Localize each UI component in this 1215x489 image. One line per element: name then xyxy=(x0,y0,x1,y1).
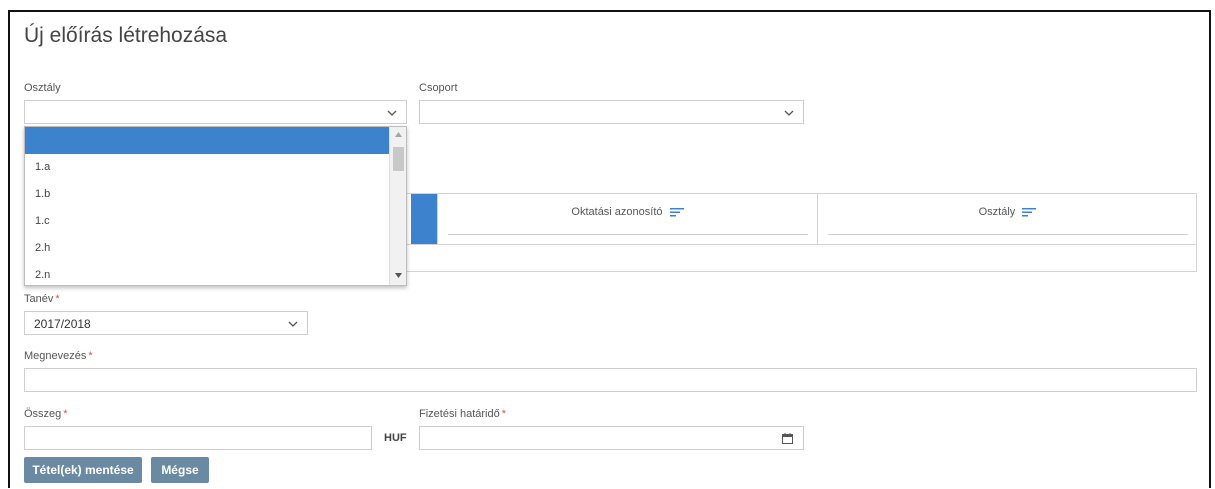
group-select[interactable] xyxy=(419,100,804,124)
name-input[interactable] xyxy=(24,368,1197,392)
filter-icon[interactable] xyxy=(669,207,684,217)
filter-icon[interactable] xyxy=(1022,207,1037,217)
cancel-button[interactable]: Mégse xyxy=(151,457,209,483)
amount-input[interactable] xyxy=(24,426,372,450)
due-date-label: Fizetési határidő * xyxy=(419,408,506,420)
chevron-down-icon xyxy=(387,110,397,116)
dropdown-option[interactable]: 1.a xyxy=(25,154,389,181)
column-header-class-label: Osztály xyxy=(978,206,1016,218)
chevron-down-icon xyxy=(784,110,794,116)
chevron-down-icon xyxy=(288,321,298,327)
amount-field-label: Összeg * xyxy=(24,408,68,420)
calendar-icon[interactable] xyxy=(782,433,793,444)
column-filter-input[interactable] xyxy=(448,234,808,235)
dropdown-scrollbar[interactable] xyxy=(389,127,406,285)
column-header-education-id-label: Oktatási azonosító xyxy=(571,206,663,218)
required-mark: * xyxy=(63,408,68,420)
due-date-input[interactable] xyxy=(419,426,804,450)
scrollbar-thumb[interactable] xyxy=(393,147,404,171)
class-dropdown-list[interactable]: 1.a 1.b 1.c 2.h 2.n xyxy=(24,126,407,286)
required-mark: * xyxy=(88,350,93,362)
dropdown-option[interactable]: 2.n xyxy=(25,262,389,285)
dropdown-option[interactable]: 1.c xyxy=(25,208,389,235)
school-year-value: 2017/2018 xyxy=(34,317,91,331)
name-field-label: Megnevezés * xyxy=(24,350,93,362)
column-header-class[interactable]: Osztály xyxy=(817,194,1197,244)
currency-unit: HUF xyxy=(384,432,407,444)
group-select-label: Csoport xyxy=(419,82,458,94)
page-title: Új előírás létrehozása xyxy=(24,24,228,47)
dropdown-option[interactable]: 1.b xyxy=(25,181,389,208)
scroll-down-icon[interactable] xyxy=(394,271,403,279)
school-year-select[interactable]: 2017/2018 xyxy=(24,311,308,335)
required-mark: * xyxy=(501,408,506,420)
column-header-education-id[interactable]: Oktatási azonosító xyxy=(437,194,817,244)
column-filter-input[interactable] xyxy=(828,234,1188,235)
dropdown-option[interactable]: 2.h xyxy=(25,235,389,262)
save-button[interactable]: Tétel(ek) mentése xyxy=(24,457,142,483)
scroll-up-icon[interactable] xyxy=(394,131,403,139)
class-select[interactable] xyxy=(24,100,407,124)
dropdown-option[interactable] xyxy=(25,127,389,154)
class-select-label: Osztály xyxy=(24,82,61,94)
table-select-column[interactable] xyxy=(411,194,437,244)
school-year-label: Tanév * xyxy=(24,293,60,305)
required-mark: * xyxy=(55,293,60,305)
